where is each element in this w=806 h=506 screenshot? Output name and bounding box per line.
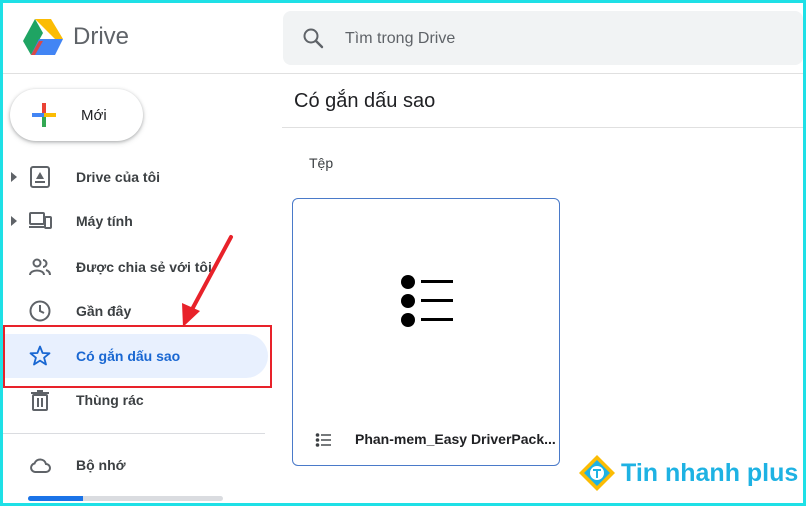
plus-icon <box>32 103 56 127</box>
page-title: Có gắn dấu sao <box>294 90 436 112</box>
shared-icon <box>29 258 51 276</box>
storage-progress-bar <box>28 496 223 501</box>
recent-clock-icon <box>29 300 51 322</box>
my-drive-icon <box>30 166 50 188</box>
header-divider <box>282 127 803 128</box>
drive-window: Drive Tìm trong Drive Mới Drive của tôi <box>3 3 803 503</box>
sidebar-item-label: Máy tính <box>76 213 133 229</box>
expand-caret-icon[interactable] <box>11 216 17 226</box>
sidebar-item-my-drive[interactable]: Drive của tôi <box>3 155 268 199</box>
storage-label: Bộ nhớ <box>76 457 126 473</box>
search-input[interactable]: Tìm trong Drive <box>345 30 455 48</box>
app-name: Drive <box>73 23 130 50</box>
expand-caret-icon[interactable] <box>11 172 17 182</box>
storage-progress-fill <box>28 496 83 501</box>
trash-icon <box>31 390 49 411</box>
top-bar: Drive Tìm trong Drive <box>3 3 803 74</box>
file-name[interactable]: Phan-mem_Easy DriverPack... <box>355 431 556 447</box>
drive-logo-icon[interactable] <box>21 17 65 57</box>
sidebar-item-label: Thùng rác <box>76 392 144 408</box>
new-button-label: Mới <box>81 107 107 124</box>
cloud-icon <box>30 458 51 473</box>
sidebar-divider <box>3 433 265 434</box>
sidebar-item-storage[interactable]: Bộ nhớ <box>3 443 268 487</box>
sidebar-item-trash[interactable]: Thùng rác <box>3 378 268 422</box>
red-arrow-annotation <box>182 235 233 327</box>
sidebar-item-label: Drive của tôi <box>76 169 161 185</box>
files-section-label: Tệp <box>309 155 334 171</box>
computer-icon <box>29 212 52 229</box>
search-bar[interactable]: Tìm trong Drive <box>283 11 803 65</box>
list-file-icon <box>315 433 331 447</box>
search-icon[interactable] <box>301 26 325 50</box>
list-file-preview-icon <box>401 275 453 327</box>
watermark: Tin nhanh plus <box>577 453 798 495</box>
new-button[interactable]: Mới <box>10 89 143 141</box>
file-card[interactable]: Phan-mem_Easy DriverPack... <box>292 198 560 466</box>
sidebar-item-label: Gần đây <box>76 303 132 319</box>
tin-nhanh-plus-logo-icon <box>579 455 615 491</box>
watermark-text: Tin nhanh plus <box>621 459 799 487</box>
